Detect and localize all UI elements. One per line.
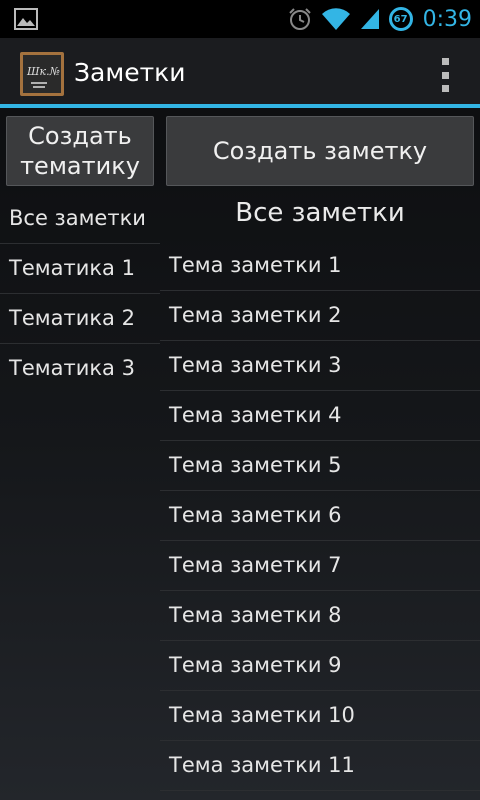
topic-item-all[interactable]: Все заметки [0,194,160,244]
note-item[interactable]: Тема заметки 6 [160,491,480,541]
note-item[interactable]: Тема заметки 7 [160,541,480,591]
app-logo-icon: Шк.№ [26,65,60,88]
note-item[interactable]: Тема заметки 3 [160,341,480,391]
overflow-dot [442,71,449,79]
status-bar: 67 0:39 [0,0,480,38]
note-item[interactable]: Тема заметки 11 [160,741,480,791]
page-title: Заметки [74,58,186,87]
overflow-dot [442,85,449,92]
notes-list: Тема заметки 1 Тема заметки 2 Тема замет… [160,241,480,791]
clock: 0:39 [422,6,472,32]
topic-item-1[interactable]: Тематика 1 [0,244,160,294]
battery-icon: 67 [388,7,413,31]
note-item[interactable]: Тема заметки 1 [160,241,480,291]
note-item[interactable]: Тема заметки 5 [160,441,480,491]
topic-item-2[interactable]: Тематика 2 [0,294,160,344]
topic-list: Все заметки Тематика 1 Тематика 2 Темати… [0,194,160,393]
note-item[interactable]: Тема заметки 10 [160,691,480,741]
signal-icon [360,9,379,29]
battery-level: 67 [393,13,408,25]
create-topic-button[interactable]: Создать тематику [6,116,154,186]
wifi-icon [321,8,350,30]
gallery-notification-icon [14,8,38,30]
action-bar: Шк.№ Заметки [0,38,480,108]
app-logo-text: Шк.№ [26,65,60,78]
create-note-button[interactable]: Создать заметку [166,116,474,186]
overflow-dot [442,58,449,65]
topic-item-3[interactable]: Тематика 3 [0,344,160,393]
notes-list-header: Все заметки [235,198,405,228]
alarm-icon [288,8,311,30]
note-item[interactable]: Тема заметки 2 [160,291,480,341]
app-icon[interactable]: Шк.№ [20,52,64,96]
note-item[interactable]: Тема заметки 8 [160,591,480,641]
overflow-menu-icon[interactable] [442,58,450,92]
action-bar-divider [0,104,480,108]
note-item[interactable]: Тема заметки 9 [160,641,480,691]
note-item[interactable]: Тема заметки 4 [160,391,480,441]
